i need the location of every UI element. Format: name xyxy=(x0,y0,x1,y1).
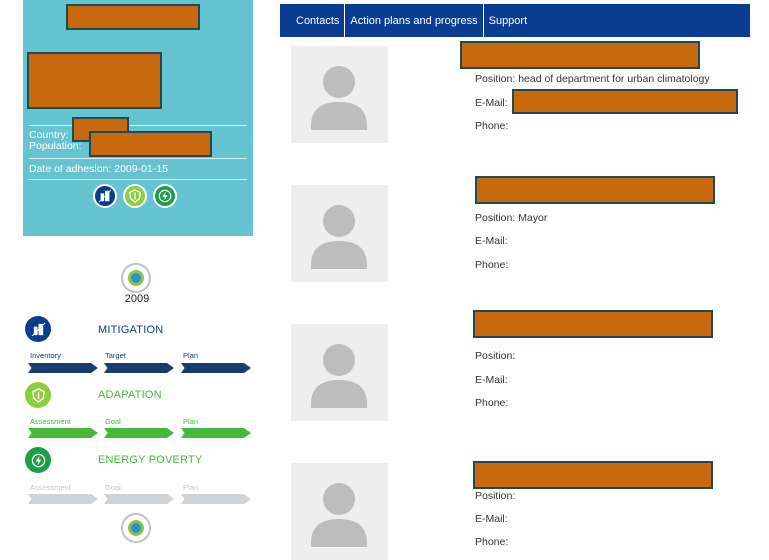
mitigation-title: MITIGATION xyxy=(98,324,164,336)
mitigation-stage-label: Plan xyxy=(183,351,199,360)
contact-avatar xyxy=(291,324,388,421)
tab-support[interactable]: Support xyxy=(484,4,533,37)
adaptation-stage-arrow[interactable] xyxy=(181,428,251,438)
tab-action-plans[interactable]: Action plans and progress xyxy=(345,4,484,37)
contact-email-label: E-Mail: xyxy=(475,513,508,525)
contact-phone-label: Phone: xyxy=(475,259,509,271)
redacted-contact-name xyxy=(473,461,713,489)
redacted-contact-name xyxy=(473,310,713,338)
card-divider xyxy=(29,125,247,126)
energy-poverty-stage-label: Plan xyxy=(183,483,199,492)
mitigation-stage-arrow[interactable] xyxy=(181,363,251,373)
signatory-year: 2009 xyxy=(124,293,150,305)
energy-poverty-stage-arrow[interactable] xyxy=(28,494,98,504)
adaptation-badge-icon[interactable] xyxy=(123,184,147,208)
contact-position: Position: xyxy=(475,490,516,502)
covenant-seal-icon xyxy=(121,263,151,293)
energy-poverty-stage-arrow[interactable] xyxy=(181,494,251,504)
adaptation-stage-arrow[interactable] xyxy=(104,428,174,438)
card-divider xyxy=(29,179,247,180)
adhesion-date: Date of adhesion: 2009-01-15 xyxy=(29,163,168,175)
adaptation-stage-label: Goal xyxy=(105,417,121,426)
contact-phone-label: Phone: xyxy=(475,536,509,548)
card-divider xyxy=(29,158,247,159)
energy-poverty-stage-label: Assessment xyxy=(30,483,71,492)
mitigation-badge-icon[interactable] xyxy=(93,184,117,208)
contact-email-label: E-Mail: xyxy=(475,97,508,109)
contact-phone-label: Phone: xyxy=(475,397,509,409)
contact-position: Position: head of department for urban c… xyxy=(475,73,710,85)
tab-contacts[interactable]: Contacts xyxy=(280,4,346,37)
contact-phone-label: Phone: xyxy=(475,120,509,132)
energy-poverty-title: ENERGY POVERTY xyxy=(98,454,203,466)
adaptation-icon[interactable] xyxy=(25,382,51,408)
contact-avatar xyxy=(291,46,388,143)
redacted-contact-name xyxy=(475,176,715,204)
contact-email-label: E-Mail: xyxy=(475,235,508,247)
redacted-contact-name xyxy=(460,41,700,69)
contact-avatar xyxy=(291,185,388,282)
contact-email-label: E-Mail: xyxy=(475,374,508,386)
energy-poverty-badge-icon[interactable] xyxy=(153,184,177,208)
adaptation-stage-arrow[interactable] xyxy=(28,428,98,438)
redacted-population xyxy=(89,131,212,157)
contact-avatar xyxy=(291,463,388,560)
contact-position: Position: Mayor xyxy=(475,212,548,224)
mitigation-stage-label: Inventory xyxy=(30,351,61,360)
mitigation-stage-arrow[interactable] xyxy=(104,363,174,373)
contact-position: Position: xyxy=(475,350,516,362)
energy-poverty-stage-label: Goal xyxy=(105,483,121,492)
city-profile-card: Country: Population: Date of adhesion: 2… xyxy=(23,0,253,236)
energy-poverty-icon[interactable] xyxy=(25,447,51,473)
adaptation-title: ADAPATION xyxy=(98,389,162,401)
energy-poverty-stage-arrow[interactable] xyxy=(104,494,174,504)
adaptation-stage-label: Plan xyxy=(183,417,199,426)
mitigation-stage-label: Target xyxy=(105,351,126,360)
top-navigation: Contacts Action plans and progress Suppo… xyxy=(280,4,750,37)
redacted-contact-email xyxy=(512,89,738,114)
covenant-seal-icon xyxy=(121,513,151,543)
mitigation-icon[interactable] xyxy=(25,316,51,342)
adaptation-stage-label: Assessment xyxy=(30,417,71,426)
redacted-city-name xyxy=(66,4,200,30)
mitigation-stage-arrow[interactable] xyxy=(28,363,98,373)
redacted-city-logo xyxy=(27,52,162,109)
